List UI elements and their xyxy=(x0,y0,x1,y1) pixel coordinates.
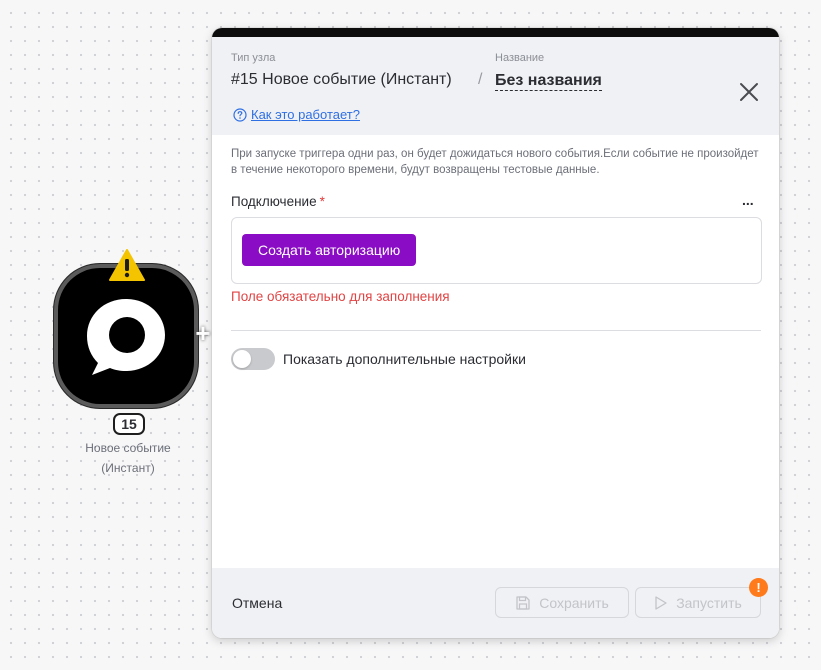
connection-error-message: Поле обязательно для заполнения xyxy=(231,289,450,304)
node-label-line2: (Инстант) xyxy=(101,461,155,475)
how-it-works-text: Как это работает? xyxy=(251,107,360,122)
connection-label: Подключение * xyxy=(231,194,325,209)
node-settings-panel: Тип узла Название #15 Новое событие (Инс… xyxy=(212,28,779,638)
node-type-caption: Тип узла xyxy=(231,52,276,64)
warning-triangle-icon xyxy=(109,249,145,281)
cancel-button[interactable]: Отмена xyxy=(232,595,282,611)
advanced-settings-label: Показать дополнительные настройки xyxy=(283,351,526,367)
panel-footer: Отмена Сохранить Запустить ! xyxy=(212,568,779,638)
connection-label-text: Подключение xyxy=(231,194,317,209)
node-label: Новое событие (Инстант) xyxy=(68,438,188,478)
connection-field: Создать авторизацию xyxy=(231,217,762,284)
save-button-label: Сохранить xyxy=(539,594,609,611)
how-it-works-link[interactable]: Как это работает? xyxy=(233,107,360,122)
node-icon-frame[interactable] xyxy=(54,264,198,408)
node-label-line1: Новое событие xyxy=(85,441,171,455)
add-connection-plus-icon[interactable]: + xyxy=(192,320,214,346)
toggle-knob xyxy=(233,350,251,368)
create-authorization-button[interactable]: Создать авторизацию xyxy=(242,234,417,266)
node-type-title: #15 Новое событие (Инстант) xyxy=(231,71,452,88)
run-alert-badge: ! xyxy=(749,578,768,597)
panel-top-bar xyxy=(212,28,779,37)
play-icon xyxy=(655,595,667,610)
node-number-badge: 15 xyxy=(113,413,145,435)
floppy-disk-icon xyxy=(516,595,530,610)
section-divider xyxy=(231,330,761,331)
panel-header: Тип узла Название #15 Новое событие (Инс… xyxy=(212,37,779,135)
speech-bubble-logo-icon xyxy=(87,299,165,375)
panel-body: При запуске триггера одни раз, он будет … xyxy=(212,135,779,568)
save-button[interactable]: Сохранить xyxy=(495,587,629,618)
required-mark: * xyxy=(319,194,325,209)
close-icon[interactable] xyxy=(738,81,760,103)
node-name-caption: Название xyxy=(495,52,545,64)
question-circle-icon xyxy=(233,107,247,122)
connection-more-button[interactable]: ... xyxy=(742,192,754,208)
title-separator: / xyxy=(478,71,483,88)
trigger-description: При запуске триггера одни раз, он будет … xyxy=(231,148,759,176)
run-button-label: Запустить xyxy=(676,594,742,611)
advanced-settings-row[interactable]: Показать дополнительные настройки xyxy=(231,348,526,370)
advanced-settings-toggle[interactable] xyxy=(231,348,275,370)
canvas-node[interactable]: + 15 Новое событие (Инстант) xyxy=(54,248,211,478)
node-name-editable[interactable]: Без названия xyxy=(495,71,602,91)
run-button[interactable]: Запустить xyxy=(635,587,761,618)
